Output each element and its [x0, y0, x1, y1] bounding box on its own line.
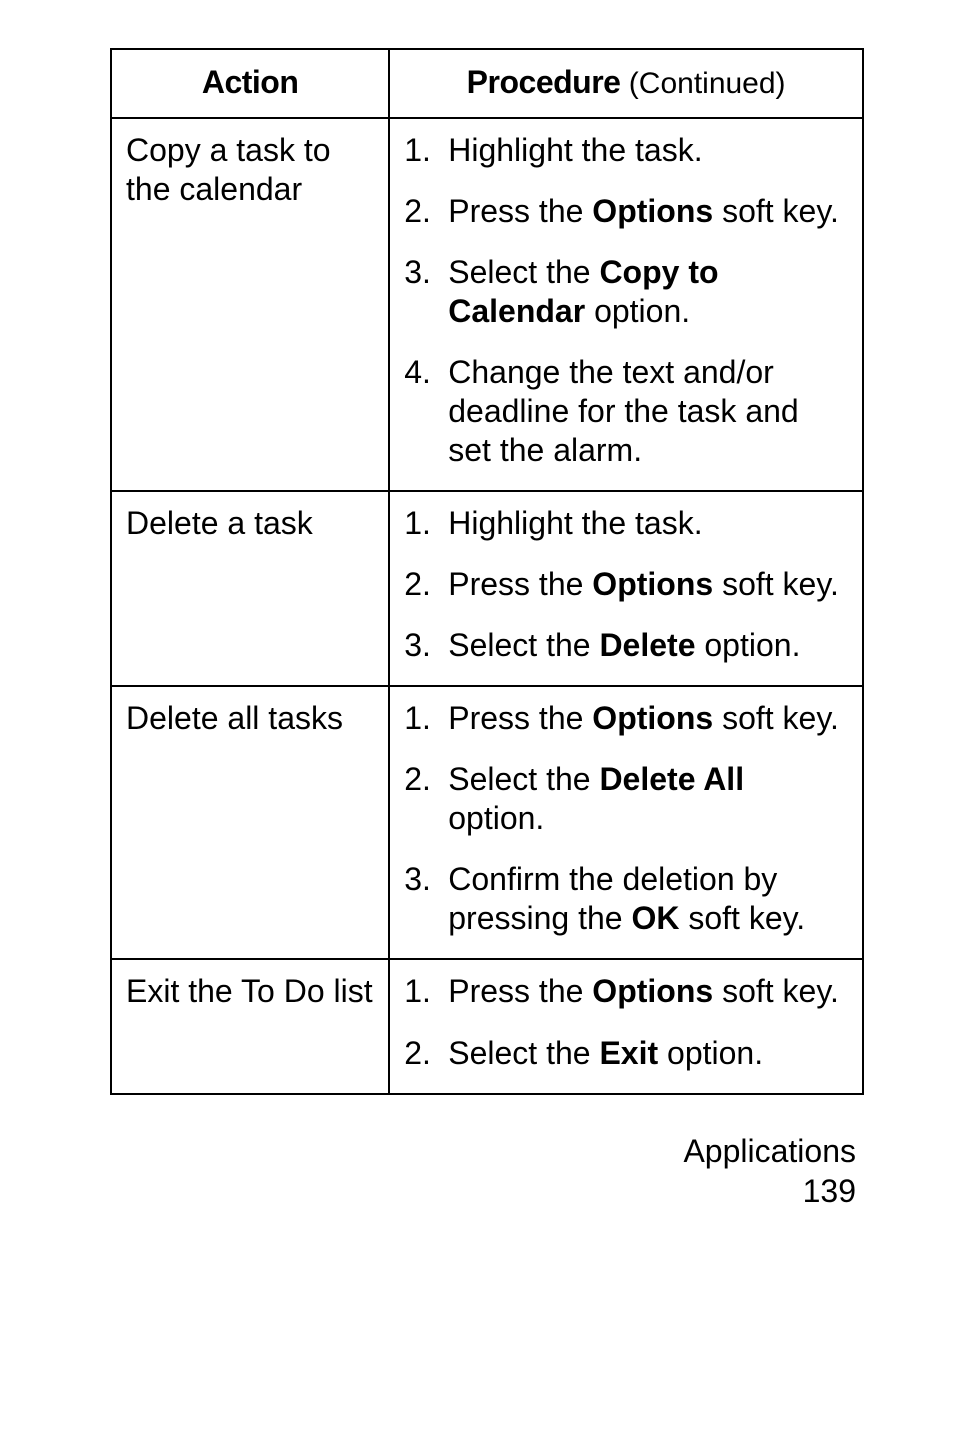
step-text-bold: OK — [631, 900, 679, 936]
step-item: Press the Options soft key. — [404, 699, 848, 738]
table-row: Delete all tasks Press the Options soft … — [111, 686, 863, 959]
procedure-cell: Highlight the task. Press the Options so… — [389, 118, 863, 491]
step-item: Press the Options soft key. — [404, 972, 848, 1011]
step-item: Press the Options soft key. — [404, 565, 848, 604]
step-text-pre: Highlight the task. — [448, 132, 702, 168]
footer-section: Applications — [110, 1131, 856, 1171]
step-text-pre: Press the — [448, 193, 592, 229]
page: Action Procedure (Continued) Copy a task… — [0, 0, 954, 1251]
step-item: Select the Exit option. — [404, 1034, 848, 1073]
step-item: Highlight the task. — [404, 504, 848, 543]
step-text-pre: Press the — [448, 566, 592, 602]
step-text-post: soft key. — [713, 973, 839, 1009]
step-item: Press the Options soft key. — [404, 192, 848, 231]
step-text-post: soft key. — [679, 900, 805, 936]
footer-page-number: 139 — [110, 1171, 856, 1211]
header-procedure-bold: Procedure — [467, 64, 621, 100]
step-text-pre: Change the text and/or deadline for the … — [448, 354, 798, 468]
step-text-post: option. — [658, 1035, 763, 1071]
step-item: Select the Copy to Calendar option. — [404, 253, 848, 331]
step-text-pre: Select the — [448, 254, 599, 290]
step-text-post: soft key. — [713, 566, 839, 602]
procedure-cell: Highlight the task. Press the Options so… — [389, 491, 863, 686]
step-item: Confirm the deletion by pressing the OK … — [404, 860, 848, 938]
action-cell: Copy a task to the calendar — [111, 118, 389, 491]
table-row: Delete a task Highlight the task. Press … — [111, 491, 863, 686]
page-footer: Applications 139 — [110, 1131, 864, 1211]
procedure-table: Action Procedure (Continued) Copy a task… — [110, 48, 864, 1095]
step-text-bold: Options — [592, 700, 713, 736]
action-cell: Delete all tasks — [111, 686, 389, 959]
table-row: Copy a task to the calendar Highlight th… — [111, 118, 863, 491]
step-text-pre: Highlight the task. — [448, 505, 702, 541]
table-row: Exit the To Do list Press the Options so… — [111, 959, 863, 1093]
step-text-bold: Delete All — [599, 761, 744, 797]
action-cell: Delete a task — [111, 491, 389, 686]
step-text-post: option. — [448, 800, 544, 836]
step-text-post: soft key. — [713, 193, 839, 229]
step-text-pre: Press the — [448, 700, 592, 736]
step-text-bold: Options — [592, 566, 713, 602]
table-header-row: Action Procedure (Continued) — [111, 49, 863, 118]
step-list: Highlight the task. Press the Options so… — [404, 504, 848, 665]
header-procedure-tail: (Continued) — [620, 67, 785, 100]
step-text-post: option. — [695, 627, 800, 663]
header-procedure: Procedure (Continued) — [389, 49, 863, 118]
step-text-bold: Delete — [599, 627, 695, 663]
step-text-pre: Select the — [448, 1035, 599, 1071]
step-text-bold: Exit — [599, 1035, 658, 1071]
step-list: Press the Options soft key. Select the D… — [404, 699, 848, 938]
step-text-pre: Select the — [448, 761, 599, 797]
step-item: Change the text and/or deadline for the … — [404, 353, 848, 470]
step-item: Select the Delete All option. — [404, 760, 848, 838]
procedure-cell: Press the Options soft key. Select the D… — [389, 686, 863, 959]
step-text-post: option. — [585, 293, 690, 329]
step-text-bold: Options — [592, 193, 713, 229]
procedure-cell: Press the Options soft key. Select the E… — [389, 959, 863, 1093]
step-text-pre: Select the — [448, 627, 599, 663]
step-text-pre: Press the — [448, 973, 592, 1009]
step-item: Select the Delete option. — [404, 626, 848, 665]
step-text-bold: Options — [592, 973, 713, 1009]
action-cell: Exit the To Do list — [111, 959, 389, 1093]
step-text-post: soft key. — [713, 700, 839, 736]
step-list: Press the Options soft key. Select the E… — [404, 972, 848, 1072]
header-action: Action — [111, 49, 389, 118]
step-list: Highlight the task. Press the Options so… — [404, 131, 848, 470]
step-item: Highlight the task. — [404, 131, 848, 170]
header-action-label: Action — [202, 64, 299, 100]
